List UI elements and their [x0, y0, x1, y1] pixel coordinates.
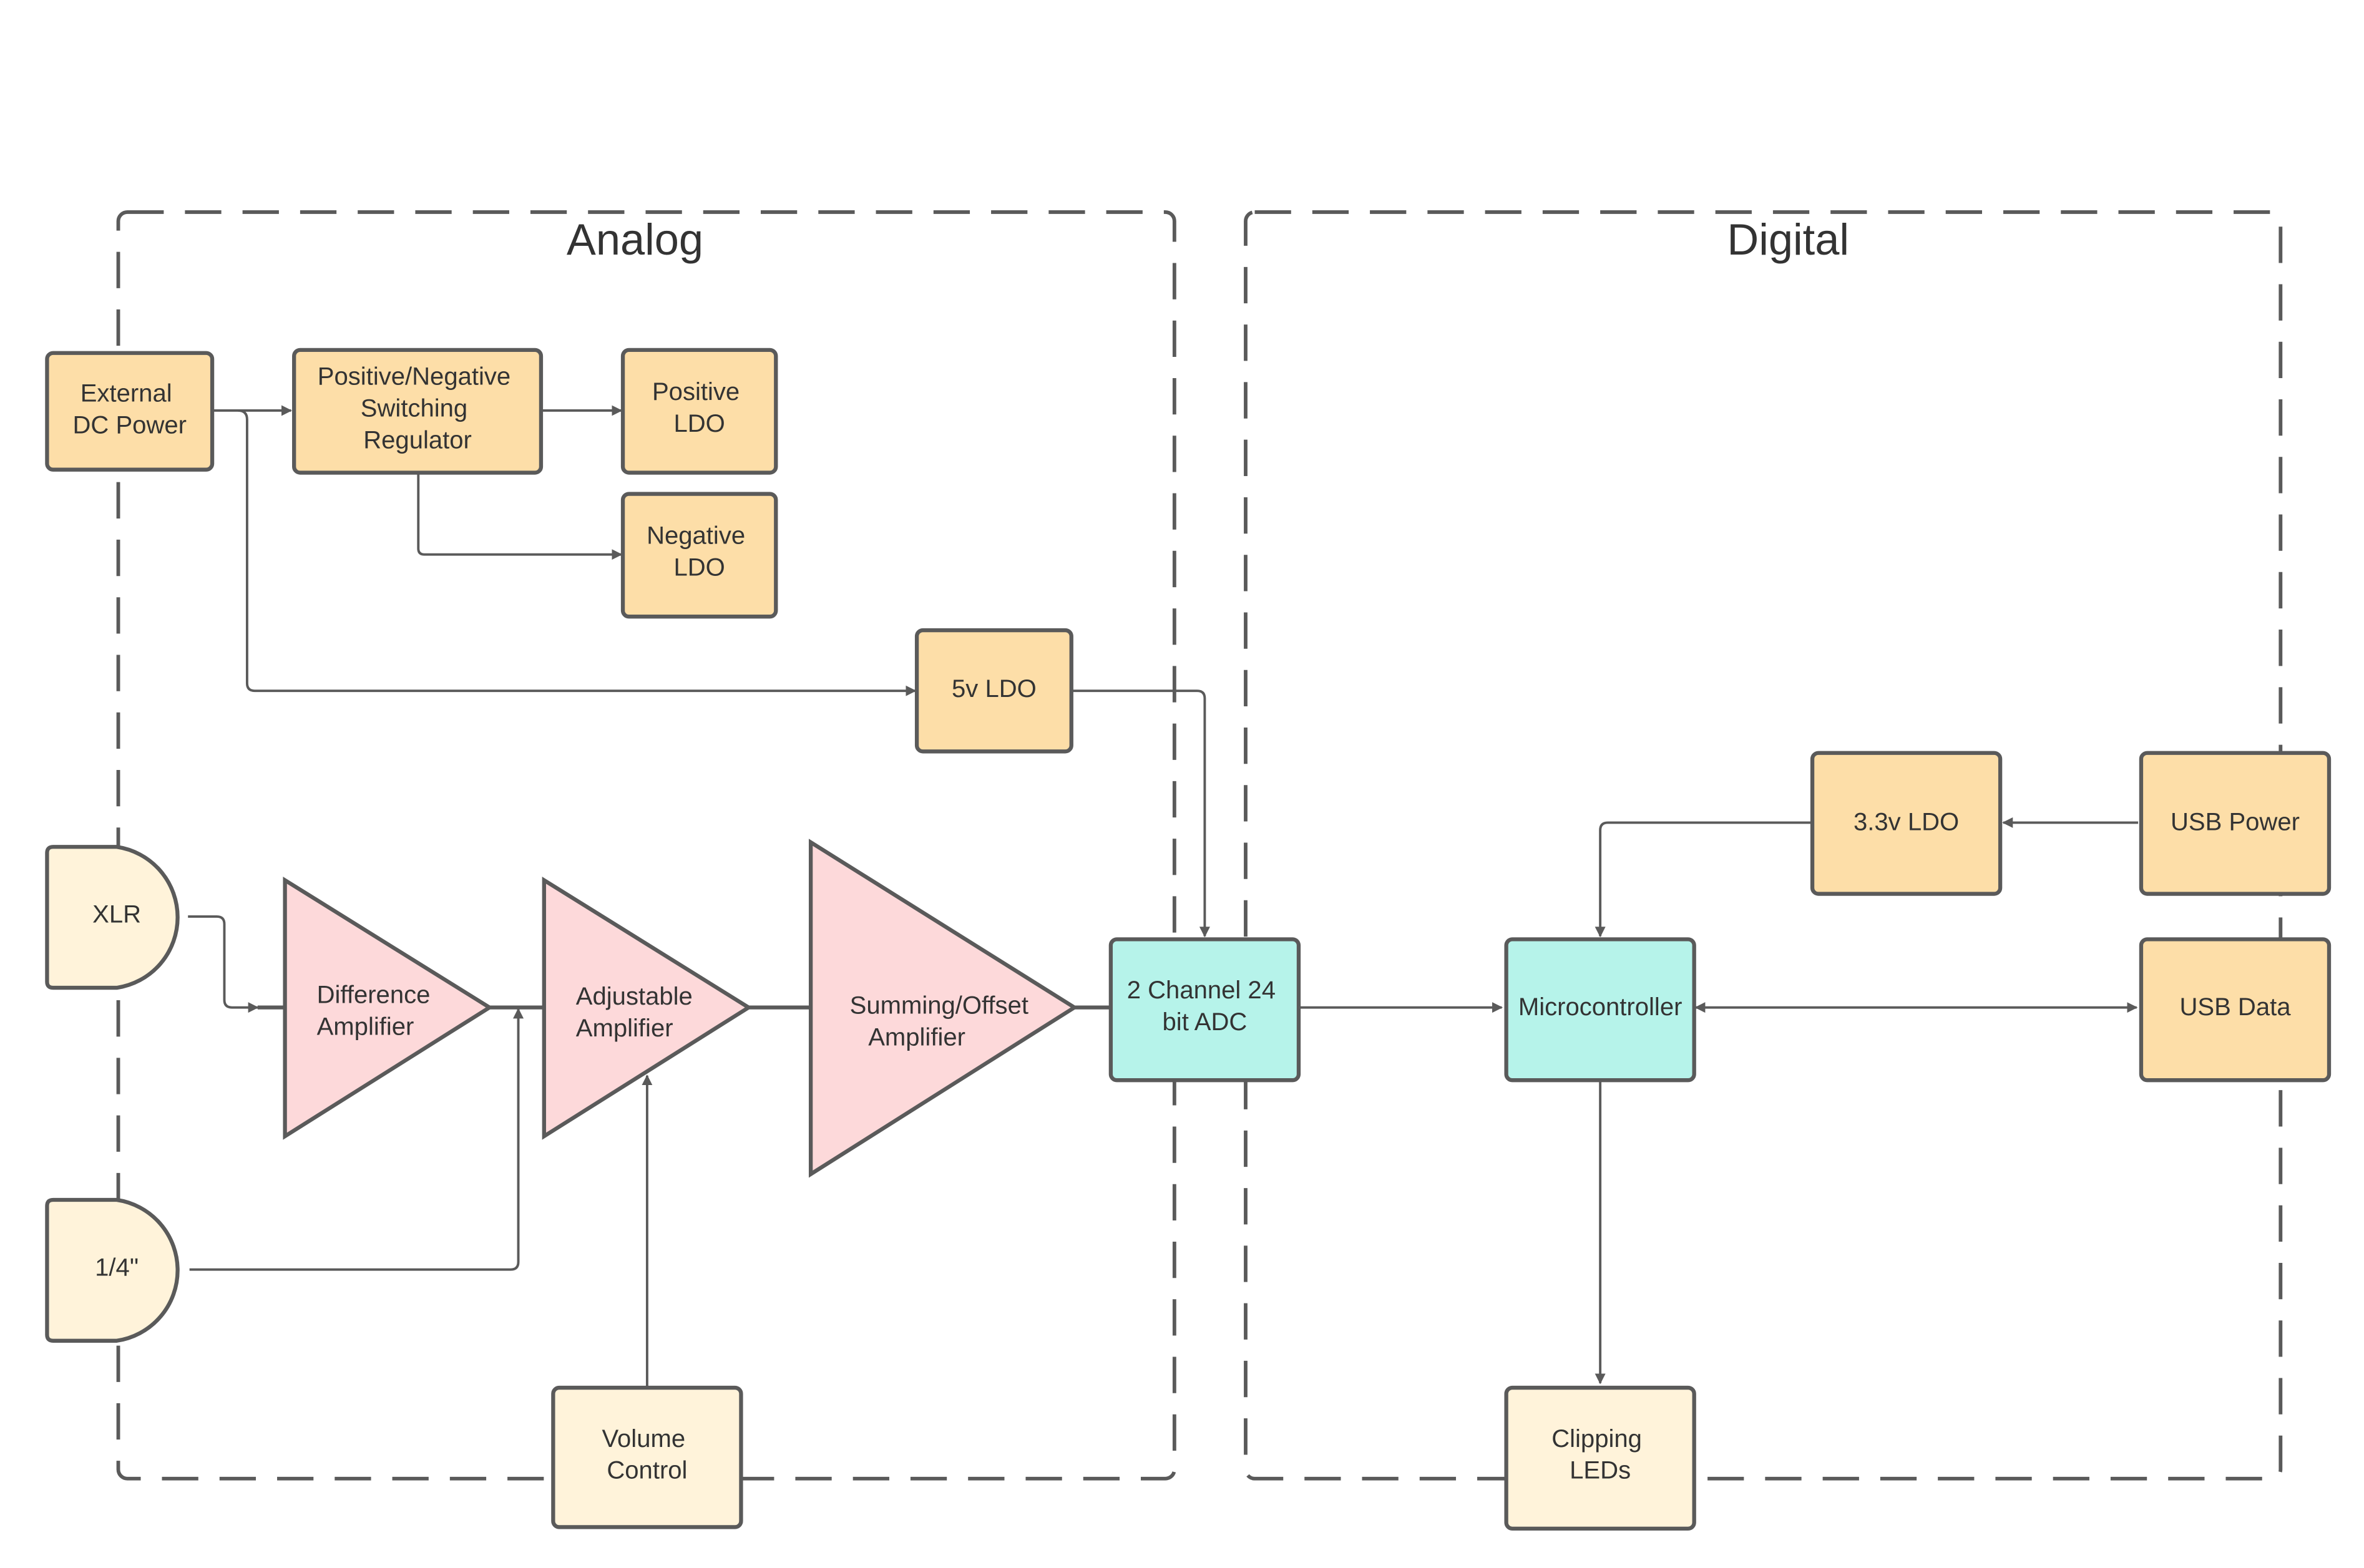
- node-external-dc-power[interactable]: External DC Power: [45, 351, 215, 472]
- node-usb-power-label: USB Power: [2171, 809, 2300, 836]
- node-negative-ldo[interactable]: Negative LDO: [620, 492, 778, 619]
- node-usb-data-label: USB Data: [2179, 993, 2291, 1021]
- node-positive-ldo[interactable]: Positive LDO: [620, 348, 778, 475]
- node-quarter-inch[interactable]: 1/4": [45, 1197, 180, 1343]
- node-3v3-ldo-label: 3.3v LDO: [1854, 809, 1959, 836]
- node-xlr[interactable]: XLR: [45, 845, 180, 990]
- node-5v-ldo-label: 5v LDO: [952, 675, 1037, 703]
- node-xlr-label: XLR: [92, 901, 141, 928]
- node-microcontroller-label: Microcontroller: [1518, 993, 1683, 1021]
- node-clipping-leds[interactable]: Clipping LEDs: [1504, 1385, 1696, 1531]
- node-quarter-inch-label: 1/4": [95, 1254, 139, 1281]
- node-difference-amplifier[interactable]: Difference Amplifier: [283, 876, 494, 1140]
- node-usb-data[interactable]: USB Data: [2139, 937, 2332, 1083]
- edge-xlr-to-diffamp: [188, 915, 259, 1013]
- block-diagram: Analog Digital External DC Power Positiv…: [45, 210, 2332, 1531]
- node-adc[interactable]: 2 Channel 24 bit ADC: [1108, 937, 1301, 1083]
- node-microcontroller[interactable]: Microcontroller: [1504, 937, 1696, 1083]
- edge-5vldo-to-adc: [1071, 689, 1210, 938]
- zone-digital-border: [1244, 210, 2283, 1481]
- node-switching-regulator[interactable]: Positive/Negative Switching Regulator: [292, 348, 544, 475]
- edges: [188, 405, 2139, 1386]
- node-summing-offset-amplifier[interactable]: Summing/Offset Amplifier: [808, 839, 1078, 1178]
- node-3v3-ldo[interactable]: 3.3v LDO: [1810, 751, 2003, 896]
- zone-digital-title: Digital: [1727, 215, 1849, 264]
- zone-analog-title: Analog: [567, 215, 703, 264]
- node-volume-control[interactable]: Volume Control: [551, 1385, 743, 1529]
- node-5v-ldo[interactable]: 5v LDO: [914, 628, 1073, 754]
- edge-33ldo-to-mcu: [1595, 821, 1811, 938]
- zone-digital: Digital: [1244, 210, 2283, 1481]
- node-usb-power[interactable]: USB Power: [2139, 751, 2332, 896]
- edge-regulator-to-negldo: [417, 472, 623, 560]
